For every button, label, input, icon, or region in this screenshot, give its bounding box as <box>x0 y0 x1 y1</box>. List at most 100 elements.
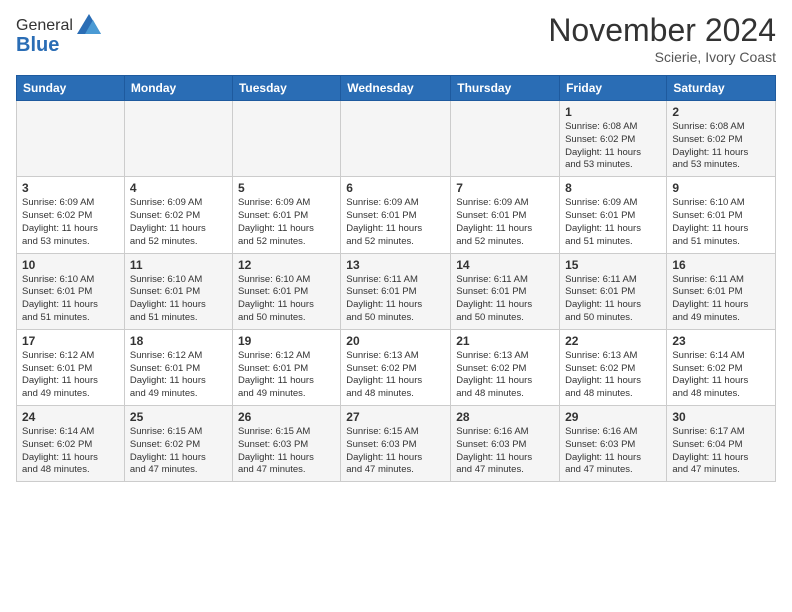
day-number: 17 <box>22 334 119 348</box>
calendar-cell-w2-d6: 9 Sunrise: 6:10 AM Sunset: 6:01 PM Daylig… <box>667 177 776 253</box>
day-number: 12 <box>238 258 335 272</box>
day-info: Sunrise: 6:14 AM Sunset: 6:02 PM Dayligh… <box>22 426 119 477</box>
header: General Blue November 2024 Scierie, Ivor… <box>16 12 776 65</box>
day-number: 2 <box>672 105 770 119</box>
calendar-cell-w3-d6: 16Sunrise: 6:11 AM Sunset: 6:01 PM Dayli… <box>667 253 776 329</box>
calendar-week-5: 24 Sunrise: 6:14 AM Sunset: 6:02 PM Dayli… <box>17 406 776 482</box>
header-sunday: Sunday <box>17 76 125 101</box>
day-number: 14 <box>456 258 554 272</box>
day-info: Sunrise: 6:10 AM Sunset: 6:01 PM Dayligh… <box>130 274 227 325</box>
calendar-cell-w1-d2 <box>232 101 340 177</box>
day-info: Sunrise: 6:08 AM Sunset: 6:02 PM Dayligh… <box>672 121 770 172</box>
header-monday: Monday <box>124 76 232 101</box>
day-number: 3 <box>22 181 119 195</box>
calendar-week-3: 10 Sunrise: 6:10 AM Sunset: 6:01 PM Dayli… <box>17 253 776 329</box>
header-wednesday: Wednesday <box>341 76 451 101</box>
calendar-cell-w1-d5: 1 Sunrise: 6:08 AM Sunset: 6:02 PM Daylig… <box>560 101 667 177</box>
day-info: Sunrise: 6:16 AM Sunset: 6:03 PM Dayligh… <box>565 426 661 477</box>
day-number: 16 <box>672 258 770 272</box>
day-number: 26 <box>238 410 335 424</box>
day-number: 27 <box>346 410 445 424</box>
day-info: Sunrise: 6:10 AM Sunset: 6:01 PM Dayligh… <box>238 274 335 325</box>
calendar-cell-w4-d1: 18 Sunrise: 6:12 AM Sunset: 6:01 PM Dayli… <box>124 329 232 405</box>
logo: General Blue <box>16 12 103 57</box>
calendar-cell-w1-d0 <box>17 101 125 177</box>
day-number: 15 <box>565 258 661 272</box>
calendar-cell-w3-d0: 10 Sunrise: 6:10 AM Sunset: 6:01 PM Dayli… <box>17 253 125 329</box>
day-number: 5 <box>238 181 335 195</box>
calendar-cell-w2-d3: 6Sunrise: 6:09 AM Sunset: 6:01 PM Daylig… <box>341 177 451 253</box>
day-number: 13 <box>346 258 445 272</box>
header-saturday: Saturday <box>667 76 776 101</box>
calendar-cell-w4-d5: 22 Sunrise: 6:13 AM Sunset: 6:02 PM Dayli… <box>560 329 667 405</box>
day-info: Sunrise: 6:11 AM Sunset: 6:01 PM Dayligh… <box>346 274 445 325</box>
day-info: Sunrise: 6:12 AM Sunset: 6:01 PM Dayligh… <box>130 350 227 401</box>
day-number: 7 <box>456 181 554 195</box>
day-info: Sunrise: 6:13 AM Sunset: 6:02 PM Dayligh… <box>565 350 661 401</box>
calendar-cell-w4-d0: 17 Sunrise: 6:12 AM Sunset: 6:01 PM Dayli… <box>17 329 125 405</box>
day-info: Sunrise: 6:10 AM Sunset: 6:01 PM Dayligh… <box>22 274 119 325</box>
day-info: Sunrise: 6:15 AM Sunset: 6:03 PM Dayligh… <box>238 426 335 477</box>
calendar-cell-w2-d1: 4Sunrise: 6:09 AM Sunset: 6:02 PM Daylig… <box>124 177 232 253</box>
calendar-cell-w2-d4: 7 Sunrise: 6:09 AM Sunset: 6:01 PM Daylig… <box>451 177 560 253</box>
day-number: 18 <box>130 334 227 348</box>
calendar-cell-w2-d5: 8 Sunrise: 6:09 AM Sunset: 6:01 PM Daylig… <box>560 177 667 253</box>
calendar-week-1: 1 Sunrise: 6:08 AM Sunset: 6:02 PM Daylig… <box>17 101 776 177</box>
calendar-cell-w5-d3: 27 Sunrise: 6:15 AM Sunset: 6:03 PM Dayli… <box>341 406 451 482</box>
location: Scierie, Ivory Coast <box>548 49 776 65</box>
calendar-cell-w1-d3 <box>341 101 451 177</box>
day-number: 11 <box>130 258 227 272</box>
day-number: 6 <box>346 181 445 195</box>
day-info: Sunrise: 6:08 AM Sunset: 6:02 PM Dayligh… <box>565 121 661 172</box>
calendar-table: Sunday Monday Tuesday Wednesday Thursday… <box>16 75 776 482</box>
day-number: 22 <box>565 334 661 348</box>
day-number: 30 <box>672 410 770 424</box>
calendar-cell-w5-d1: 25Sunrise: 6:15 AM Sunset: 6:02 PM Dayli… <box>124 406 232 482</box>
calendar-week-4: 17 Sunrise: 6:12 AM Sunset: 6:01 PM Dayli… <box>17 329 776 405</box>
calendar-cell-w3-d1: 11 Sunrise: 6:10 AM Sunset: 6:01 PM Dayli… <box>124 253 232 329</box>
header-tuesday: Tuesday <box>232 76 340 101</box>
calendar-week-2: 3 Sunrise: 6:09 AM Sunset: 6:02 PM Daylig… <box>17 177 776 253</box>
day-number: 8 <box>565 181 661 195</box>
calendar-cell-w3-d3: 13 Sunrise: 6:11 AM Sunset: 6:01 PM Dayli… <box>341 253 451 329</box>
calendar-cell-w4-d6: 23Sunrise: 6:14 AM Sunset: 6:02 PM Dayli… <box>667 329 776 405</box>
calendar-cell-w3-d4: 14 Sunrise: 6:11 AM Sunset: 6:01 PM Dayli… <box>451 253 560 329</box>
calendar-cell-w3-d5: 15 Sunrise: 6:11 AM Sunset: 6:01 PM Dayli… <box>560 253 667 329</box>
day-info: Sunrise: 6:11 AM Sunset: 6:01 PM Dayligh… <box>565 274 661 325</box>
calendar-cell-w4-d2: 19 Sunrise: 6:12 AM Sunset: 6:01 PM Dayli… <box>232 329 340 405</box>
day-number: 10 <box>22 258 119 272</box>
calendar-cell-w1-d4 <box>451 101 560 177</box>
day-info: Sunrise: 6:09 AM Sunset: 6:01 PM Dayligh… <box>456 197 554 248</box>
logo-icon <box>75 12 103 40</box>
day-info: Sunrise: 6:09 AM Sunset: 6:01 PM Dayligh… <box>565 197 661 248</box>
calendar-cell-w5-d0: 24 Sunrise: 6:14 AM Sunset: 6:02 PM Dayli… <box>17 406 125 482</box>
calendar-cell-w3-d2: 12 Sunrise: 6:10 AM Sunset: 6:01 PM Dayli… <box>232 253 340 329</box>
day-info: Sunrise: 6:15 AM Sunset: 6:03 PM Dayligh… <box>346 426 445 477</box>
calendar-cell-w2-d2: 5Sunrise: 6:09 AM Sunset: 6:01 PM Daylig… <box>232 177 340 253</box>
day-info: Sunrise: 6:12 AM Sunset: 6:01 PM Dayligh… <box>238 350 335 401</box>
calendar-cell-w1-d6: 2 Sunrise: 6:08 AM Sunset: 6:02 PM Daylig… <box>667 101 776 177</box>
month-title: November 2024 <box>548 12 776 49</box>
day-number: 9 <box>672 181 770 195</box>
day-info: Sunrise: 6:13 AM Sunset: 6:02 PM Dayligh… <box>456 350 554 401</box>
day-number: 29 <box>565 410 661 424</box>
calendar-cell-w4-d4: 21 Sunrise: 6:13 AM Sunset: 6:02 PM Dayli… <box>451 329 560 405</box>
day-info: Sunrise: 6:12 AM Sunset: 6:01 PM Dayligh… <box>22 350 119 401</box>
day-info: Sunrise: 6:09 AM Sunset: 6:02 PM Dayligh… <box>130 197 227 248</box>
calendar-cell-w5-d6: 30 Sunrise: 6:17 AM Sunset: 6:04 PM Dayli… <box>667 406 776 482</box>
day-number: 1 <box>565 105 661 119</box>
day-info: Sunrise: 6:17 AM Sunset: 6:04 PM Dayligh… <box>672 426 770 477</box>
day-info: Sunrise: 6:16 AM Sunset: 6:03 PM Dayligh… <box>456 426 554 477</box>
day-info: Sunrise: 6:10 AM Sunset: 6:01 PM Dayligh… <box>672 197 770 248</box>
day-number: 28 <box>456 410 554 424</box>
day-number: 25 <box>130 410 227 424</box>
day-number: 24 <box>22 410 119 424</box>
day-info: Sunrise: 6:13 AM Sunset: 6:02 PM Dayligh… <box>346 350 445 401</box>
calendar-cell-w5-d2: 26 Sunrise: 6:15 AM Sunset: 6:03 PM Dayli… <box>232 406 340 482</box>
page: General Blue November 2024 Scierie, Ivor… <box>0 0 792 492</box>
day-number: 19 <box>238 334 335 348</box>
calendar-header-row: Sunday Monday Tuesday Wednesday Thursday… <box>17 76 776 101</box>
calendar-cell-w1-d1 <box>124 101 232 177</box>
day-info: Sunrise: 6:11 AM Sunset: 6:01 PM Dayligh… <box>456 274 554 325</box>
day-number: 21 <box>456 334 554 348</box>
